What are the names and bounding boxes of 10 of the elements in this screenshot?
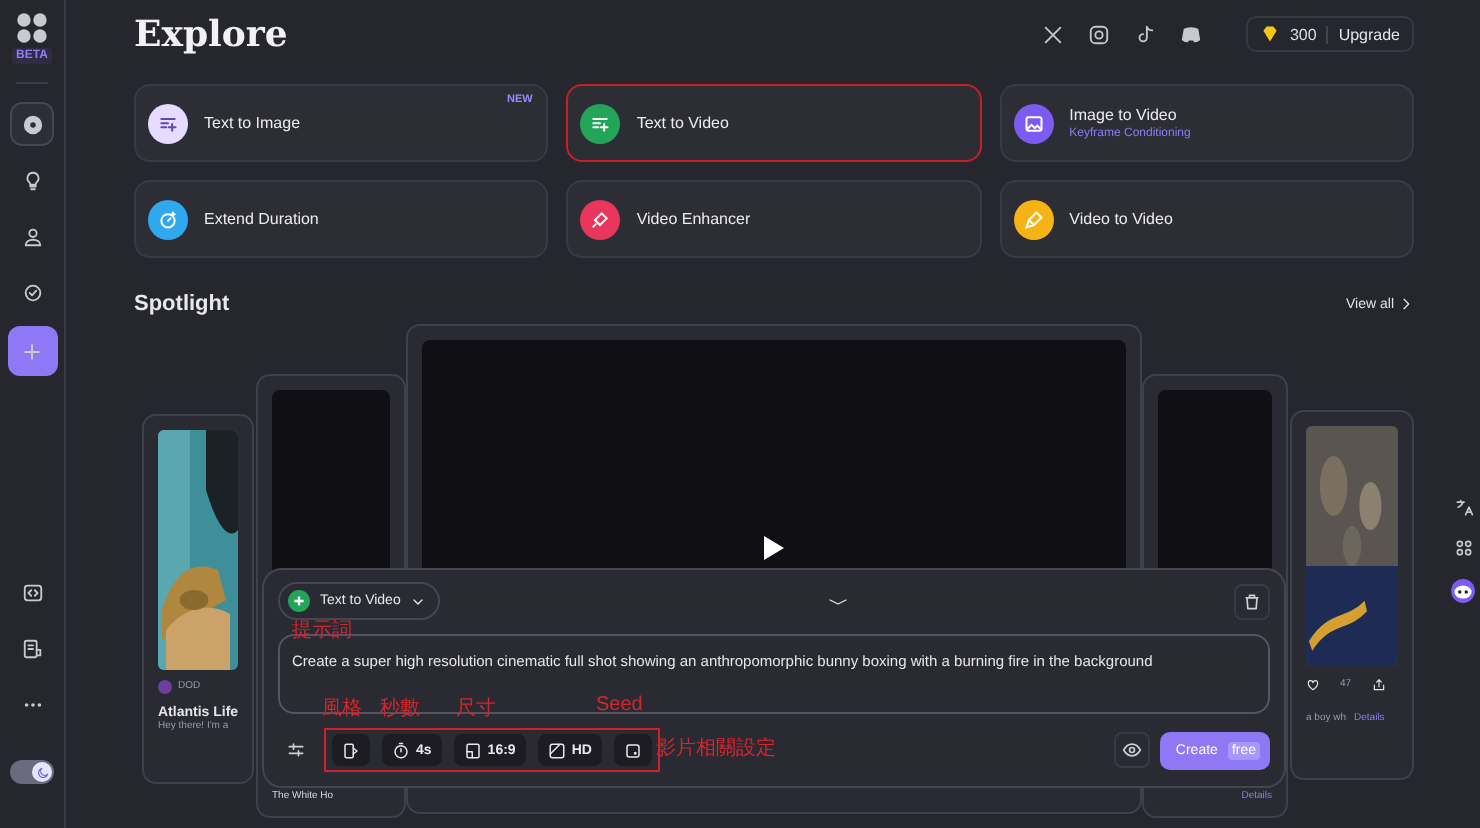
section-title: Spotlight: [134, 292, 232, 316]
tool-label: Extend Duration: [204, 210, 319, 228]
tool-label: Video Enhancer: [636, 210, 751, 228]
tool-label: Video to Video: [1069, 210, 1173, 228]
tool-label: Text to Video: [636, 114, 729, 132]
tool-label: Image to Video: [1069, 106, 1179, 124]
page-title: Explore: [134, 13, 290, 55]
annotation-label: Seed: [596, 694, 643, 716]
tool-label: Text to Image: [204, 114, 301, 132]
credit-count: 300: [1289, 25, 1329, 43]
